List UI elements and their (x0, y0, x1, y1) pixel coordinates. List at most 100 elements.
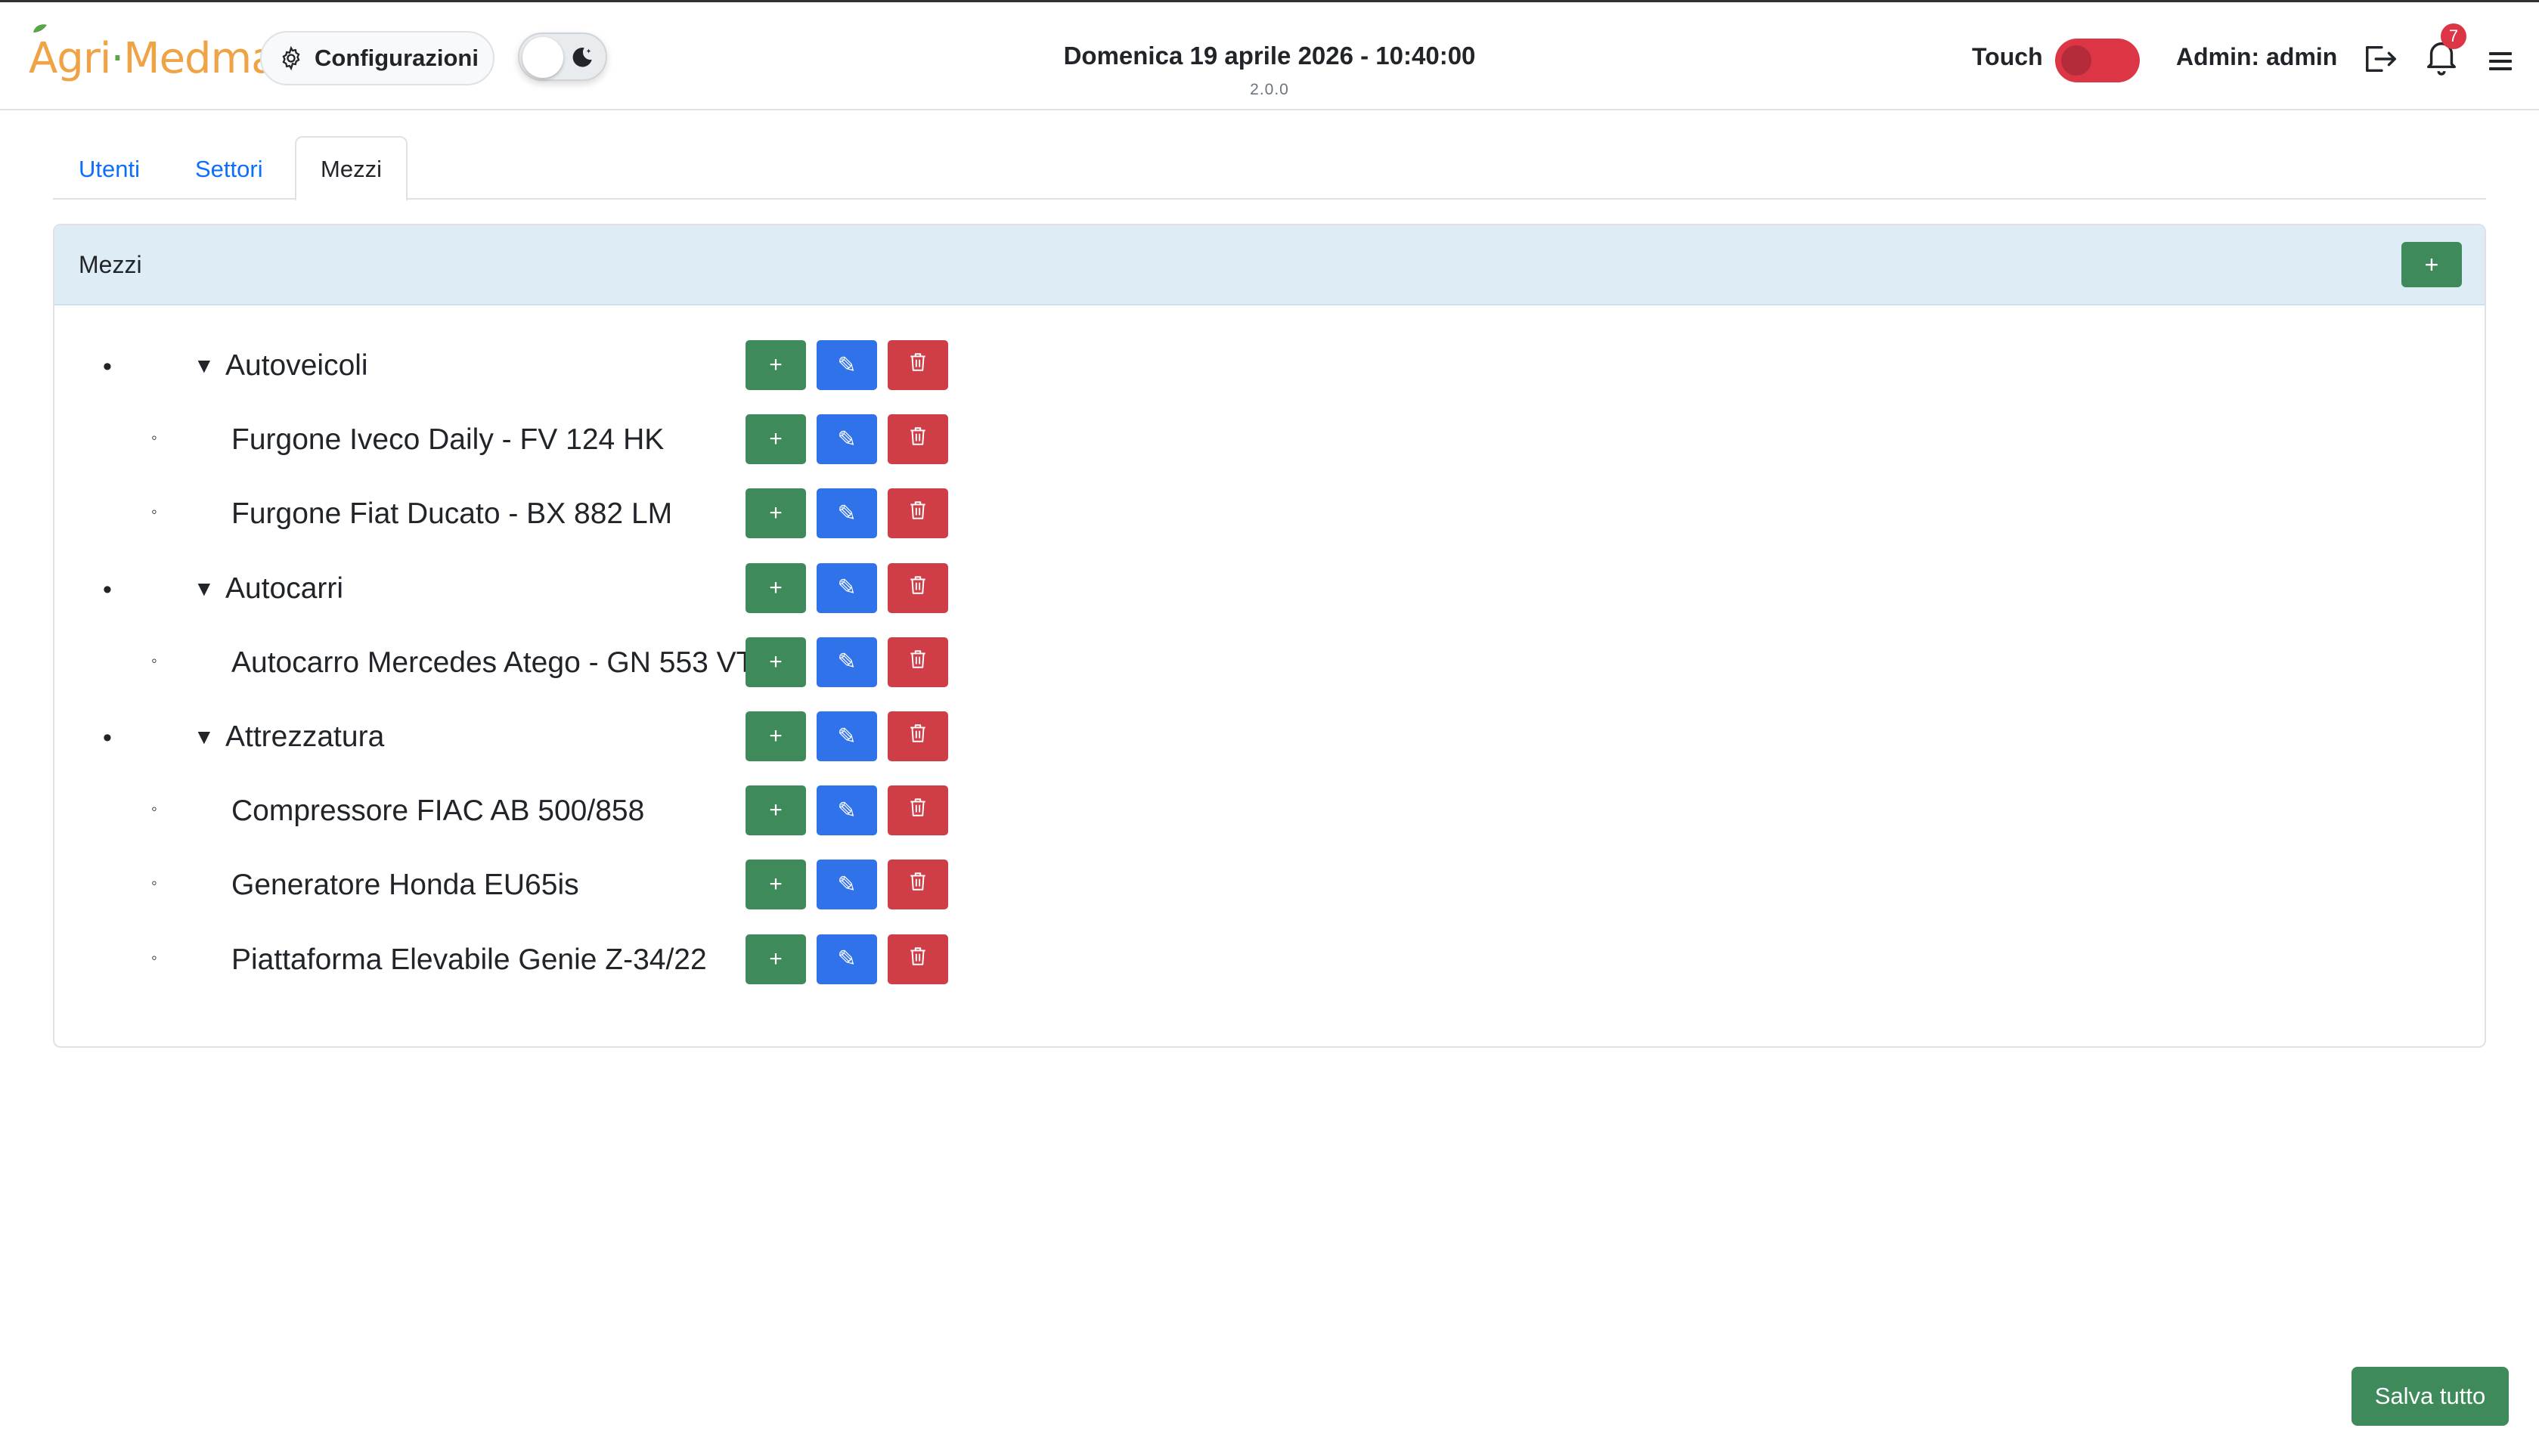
delete-button[interactable] (888, 934, 948, 984)
current-datetime: Domenica 19 aprile 2026 - 10:40:00 (1063, 42, 1476, 70)
tree-item-row: ◦ Furgone Iveco Daily - FV 124 HK + ✎ (54, 414, 2485, 467)
edit-button[interactable]: ✎ (817, 934, 877, 984)
trash-icon (908, 500, 928, 527)
top-navbar: Agri·Medma Configurazioni Domenica 19 ap… (0, 0, 2539, 110)
moon-icon (572, 48, 592, 67)
trash-icon (908, 797, 928, 824)
row-actions: + ✎ (746, 488, 948, 539)
collapse-caret-icon[interactable]: ▼ (194, 577, 215, 601)
list-sub-bullet: ◦ (151, 947, 157, 967)
dark-mode-toggle[interactable] (518, 33, 607, 81)
trash-icon (908, 946, 928, 973)
touch-mode-switch[interactable] (2055, 39, 2140, 82)
switch-knob (2061, 45, 2091, 76)
tree-category-row: • ▼ Autocarri + ✎ (54, 562, 2485, 616)
pencil-icon: ✎ (837, 798, 857, 823)
tree-item-row: ◦ Generatore Honda EU65is + ✎ (54, 860, 2485, 912)
logo-text-a: Agri (29, 33, 111, 83)
delete-button[interactable] (888, 414, 948, 465)
pencil-icon: ✎ (837, 575, 857, 601)
tree-item-row: ◦ Piattaforma Elevabile Genie Z-34/22 + ✎ (54, 934, 2485, 987)
add-child-button[interactable]: + (746, 934, 806, 984)
trash-icon (908, 649, 928, 676)
list-sub-bullet: ◦ (151, 799, 157, 819)
add-child-button[interactable]: + (746, 340, 806, 390)
touch-label: Touch (1972, 43, 2043, 70)
add-child-button[interactable]: + (746, 488, 806, 539)
configurazioni-label: Configurazioni (315, 45, 479, 71)
tab-mezzi[interactable]: Mezzi (295, 136, 408, 201)
list-sub-bullet: ◦ (151, 650, 157, 670)
edit-button[interactable]: ✎ (817, 860, 877, 910)
list-bullet: • (103, 575, 112, 604)
tree-category-row: • ▼ Autoveicoli + ✎ (54, 340, 2485, 393)
delete-button[interactable] (888, 340, 948, 390)
tree-category-row: • ▼ Attrezzatura + ✎ (54, 711, 2485, 764)
delete-button[interactable] (888, 488, 948, 539)
app-logo[interactable]: Agri·Medma (29, 23, 277, 88)
leaf-icon (33, 23, 47, 33)
tab-settori[interactable]: Settori (169, 136, 289, 200)
add-child-button[interactable]: + (746, 860, 806, 910)
save-all-button[interactable]: Salva tutto (2351, 1367, 2509, 1426)
edit-button[interactable]: ✎ (817, 414, 877, 465)
pencil-icon: ✎ (837, 352, 857, 378)
pencil-icon: ✎ (837, 500, 857, 526)
delete-button[interactable] (888, 711, 948, 761)
item-label: Furgone Iveco Daily - FV 124 HK (231, 423, 665, 457)
trash-icon (908, 871, 928, 898)
gear-icon (282, 45, 300, 71)
item-label: Generatore Honda EU65is (231, 869, 579, 902)
trash-icon (908, 352, 928, 379)
delete-button[interactable] (888, 785, 948, 836)
tree-item-row: ◦ Compressore FIAC AB 500/858 + ✎ (54, 785, 2485, 838)
logo-text-sep: · (110, 33, 124, 83)
item-label: Piattaforma Elevabile Genie Z-34/22 (231, 943, 707, 976)
trash-icon (908, 575, 928, 602)
list-sub-bullet: ◦ (151, 428, 157, 448)
logout-icon[interactable] (2361, 42, 2400, 76)
row-actions: + ✎ (746, 785, 948, 836)
pencil-icon: ✎ (837, 946, 857, 972)
add-child-button[interactable]: + (746, 414, 806, 465)
collapse-caret-icon[interactable]: ▼ (194, 725, 215, 749)
card-header: Mezzi + (54, 225, 2485, 305)
add-category-button[interactable]: + (2401, 242, 2462, 287)
edit-button[interactable]: ✎ (817, 637, 877, 687)
category-label: Attrezzatura (225, 720, 385, 753)
tab-utenti[interactable]: Utenti (53, 136, 166, 200)
pencil-icon: ✎ (837, 649, 857, 675)
add-child-button[interactable]: + (746, 711, 806, 761)
add-child-button[interactable]: + (746, 785, 806, 836)
notification-count-badge: 7 (2441, 23, 2466, 49)
row-actions: + ✎ (746, 562, 948, 613)
delete-button[interactable] (888, 637, 948, 687)
pencil-icon: ✎ (837, 872, 857, 897)
row-actions: + ✎ (746, 934, 948, 984)
item-label: Furgone Fiat Ducato - BX 882 LM (231, 497, 673, 531)
list-sub-bullet: ◦ (151, 873, 157, 893)
row-actions: + ✎ (746, 860, 948, 910)
trash-icon (908, 723, 928, 750)
collapse-caret-icon[interactable]: ▼ (194, 354, 215, 378)
menu-icon[interactable] (2488, 51, 2513, 72)
mezzi-card: Mezzi + • ▼ Autoveicoli + ✎ ◦ Furgone Iveco Da… (53, 224, 2486, 1048)
current-user-label: Admin: admin (2176, 43, 2338, 70)
edit-button[interactable]: ✎ (817, 711, 877, 761)
edit-button[interactable]: ✎ (817, 340, 877, 390)
configurazioni-button[interactable]: Configurazioni (260, 31, 494, 85)
delete-button[interactable] (888, 562, 948, 613)
list-sub-bullet: ◦ (151, 502, 157, 522)
logo-wordmark: Agri·Medma (29, 23, 277, 83)
edit-button[interactable]: ✎ (817, 562, 877, 613)
list-bullet: • (103, 352, 112, 381)
edit-button[interactable]: ✎ (817, 488, 877, 539)
add-child-button[interactable]: + (746, 562, 806, 613)
app-version: 2.0.0 (1250, 81, 1289, 98)
row-actions: + ✎ (746, 414, 948, 465)
tree-item-row: ◦ Autocarro Mercedes Atego - GN 553 VT + ✎ (54, 637, 2485, 690)
add-child-button[interactable]: + (746, 637, 806, 687)
edit-button[interactable]: ✎ (817, 785, 877, 836)
delete-button[interactable] (888, 860, 948, 910)
tree-item-row: ◦ Furgone Fiat Ducato - BX 882 LM + ✎ (54, 488, 2485, 541)
